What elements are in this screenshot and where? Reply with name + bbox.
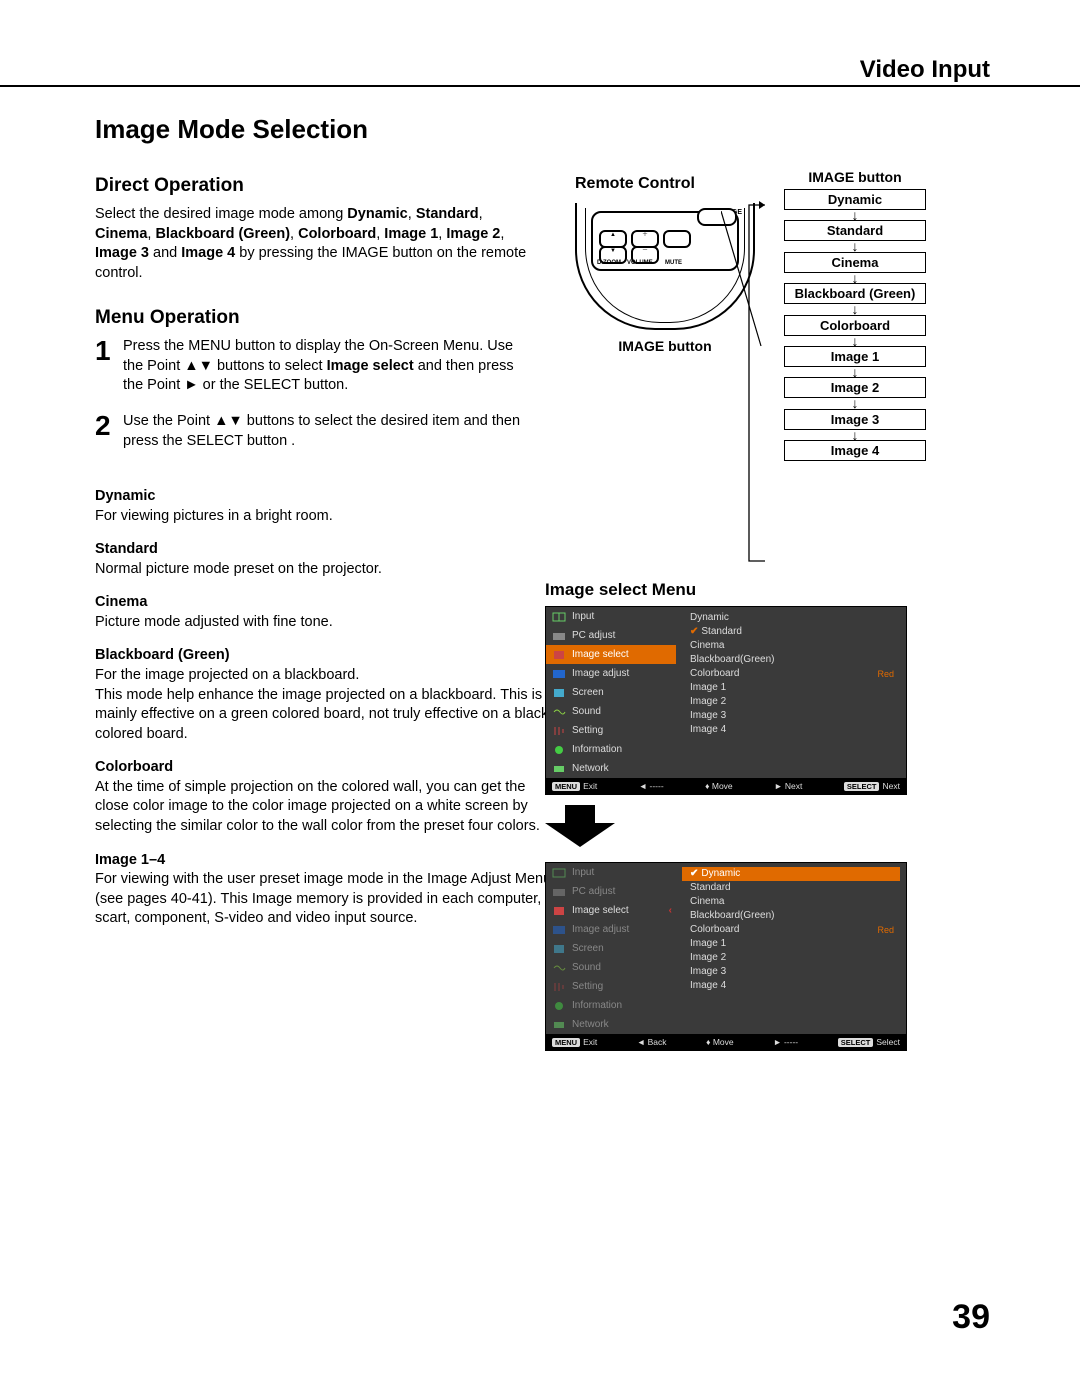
page-title: Image Mode Selection [95, 114, 990, 145]
remote-control-diagram: IMAGE ▲ ▼ D.ZOOM ＋ － VOLUME MUTE [575, 203, 755, 330]
direct-operation-text: Select the desired image mode among Dyna… [95, 205, 535, 283]
loop-arrow-icon [745, 201, 765, 567]
section-title: Video Input [860, 56, 990, 84]
step-2: 2 Use the Point ▲▼ buttons to select the… [95, 412, 535, 451]
down-arrow-icon [545, 805, 615, 847]
page-number: 39 [952, 1298, 990, 1337]
menu-operation-heading: Menu Operation [95, 307, 535, 329]
image-mode-flow: IMAGE button Dynamic ↓ Standard ↓ Cinema… [765, 169, 945, 461]
flow-box: Image 4 [784, 440, 926, 461]
osd-panel-1: Input PC adjust Image select› Image adju… [545, 606, 907, 795]
remote-control-title: Remote Control [575, 175, 755, 193]
osd-panel-2: Input PC adjust Image select‹ Image adju… [545, 862, 907, 1051]
osd-title: Image select Menu [545, 580, 905, 600]
header-rule [0, 85, 1080, 87]
step-1: 1 Press the MENU button to display the O… [95, 337, 535, 396]
direct-operation-heading: Direct Operation [95, 175, 535, 197]
